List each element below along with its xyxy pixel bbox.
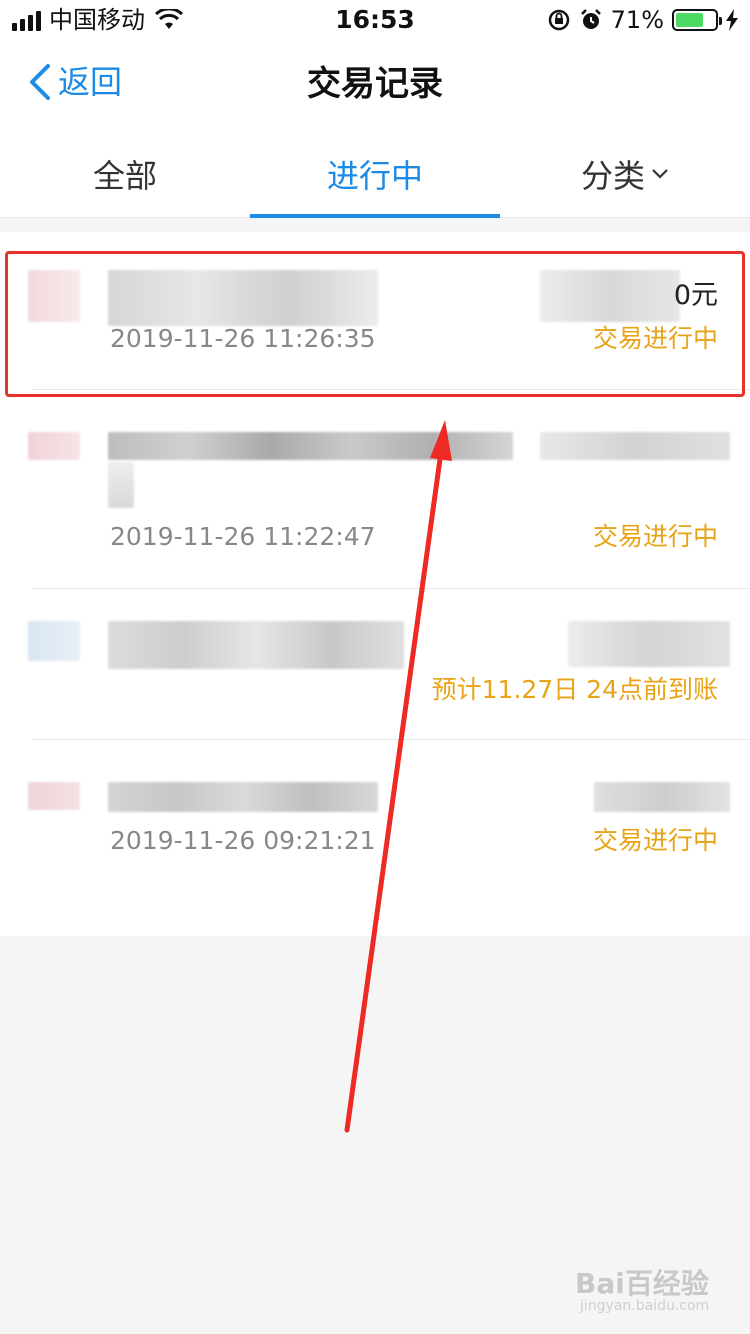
arrow-annotation xyxy=(344,420,452,1133)
watermark-url: jingyan.baidu.com xyxy=(580,1298,710,1314)
watermark-logo: Bai百经验 xyxy=(575,1267,709,1300)
